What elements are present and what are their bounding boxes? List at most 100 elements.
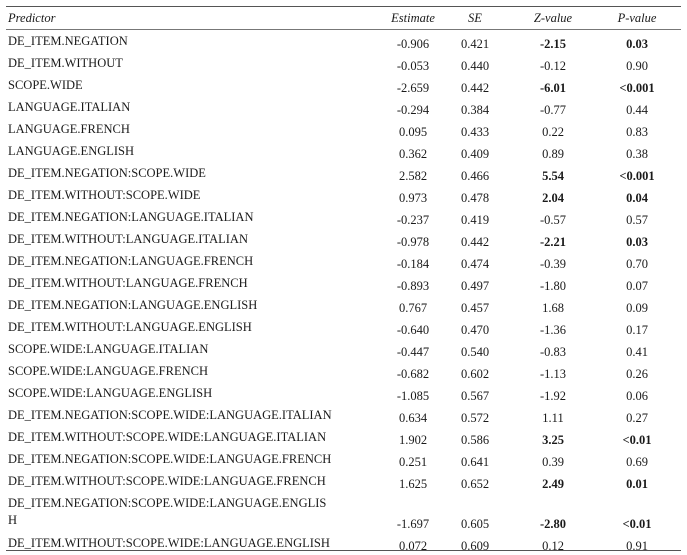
z-value-cell: -1.13 — [539, 367, 567, 381]
se-cell: 0.409 — [460, 147, 490, 161]
p-value-cell: 0.83 — [626, 125, 648, 139]
predictor-cell: SCOPE.WIDE:LANGUAGE.ITALIAN — [8, 342, 209, 356]
p-value-cell: 0.41 — [626, 345, 648, 359]
predictor-cell: DE_ITEM.NEGATION:SCOPE.WIDE:LANGUAGE.ENG… — [8, 496, 327, 527]
predictor-cell: DE_ITEM.WITHOUT:LANGUAGE.ENGLISH — [8, 320, 252, 334]
p-value-cell: <0.001 — [619, 169, 655, 183]
z-value-cell: 0.22 — [542, 125, 564, 139]
estimate-cell: -0.294 — [396, 103, 430, 117]
table-row: DE_ITEM.WITHOUT:LANGUAGE.ITALIAN -0.978 0.… — [0, 229, 687, 251]
z-value-cell: 5.54 — [542, 169, 564, 183]
table-row: SCOPE.WIDE:LANGUAGE.FRENCH -0.682 0.602 -1.… — [0, 361, 687, 383]
p-value-cell: 0.38 — [626, 147, 648, 161]
z-value-cell: -2.80 — [539, 517, 567, 531]
se-cell: 0.641 — [460, 455, 490, 469]
se-cell: 0.433 — [460, 125, 490, 139]
estimate-cell: 1.902 — [398, 433, 428, 447]
p-value-cell: <0.01 — [622, 433, 652, 447]
z-value-cell: -1.92 — [539, 389, 567, 403]
table-row: SCOPE.WIDE:LANGUAGE.ITALIAN -0.447 0.540 -0… — [0, 339, 687, 361]
z-value-cell: 0.12 — [542, 539, 564, 553]
estimate-cell: -0.906 — [396, 37, 430, 51]
predictor-cell: DE_ITEM.WITHOUT — [8, 56, 123, 70]
p-value-cell: 0.26 — [626, 367, 648, 381]
header-rule — [6, 29, 681, 30]
predictor-cell: SCOPE.WIDE — [8, 78, 83, 92]
estimate-cell: -0.447 — [396, 345, 430, 359]
p-value-cell: 0.07 — [626, 279, 648, 293]
p-value-cell: <0.01 — [622, 517, 652, 531]
table-row: DE_ITEM.WITHOUT:LANGUAGE.FRENCH -0.893 0.4… — [0, 273, 687, 295]
table-row: DE_ITEM.NEGATION:LANGUAGE.ITALIAN -0.237 0… — [0, 207, 687, 229]
se-cell: 0.442 — [460, 81, 490, 95]
table-row: DE_ITEM.WITHOUT:LANGUAGE.ENGLISH -0.640 0.… — [0, 317, 687, 339]
table-row: DE_ITEM.WITHOUT:SCOPE.WIDE:LANGUAGE.ITAL… — [0, 427, 687, 449]
table-bottom-rule — [6, 550, 681, 551]
se-cell: 0.572 — [460, 411, 490, 425]
z-value-cell: -1.80 — [539, 279, 567, 293]
predictor-cell: DE_ITEM.WITHOUT:LANGUAGE.ITALIAN — [8, 232, 248, 246]
table-row: DE_ITEM.WITHOUT:SCOPE.WIDE:LANGUAGE.FREN… — [0, 471, 687, 493]
table-row: DE_ITEM.WITHOUT:SCOPE.WIDE:LANGUAGE.ENGL… — [0, 533, 687, 555]
predictor-cell: DE_ITEM.NEGATION:SCOPE.WIDE:LANGUAGE.FRE… — [8, 452, 332, 466]
se-cell: 0.497 — [460, 279, 490, 293]
estimate-cell: -0.184 — [396, 257, 430, 271]
predictor-cell: LANGUAGE.ITALIAN — [8, 100, 131, 114]
se-cell: 0.540 — [460, 345, 490, 359]
table-row: DE_ITEM.WITHOUT:SCOPE.WIDE 0.973 0.478 2.04… — [0, 185, 687, 207]
estimate-cell: 0.072 — [398, 539, 428, 553]
estimate-cell: 0.634 — [398, 411, 428, 425]
se-cell: 0.586 — [460, 433, 490, 447]
z-value-cell: 2.04 — [542, 191, 564, 205]
predictor-cell: DE_ITEM.NEGATION — [8, 34, 128, 48]
table-row: DE_ITEM.NEGATION -0.906 0.421 -2.15 0.03 — [0, 31, 687, 53]
predictor-cell: DE_ITEM.WITHOUT:SCOPE.WIDE — [8, 188, 201, 202]
p-value-cell: 0.04 — [626, 191, 648, 205]
p-value-cell: 0.09 — [626, 301, 648, 315]
predictor-cell: DE_ITEM.WITHOUT:SCOPE.WIDE:LANGUAGE.FREN… — [8, 474, 326, 488]
table-row: LANGUAGE.FRENCH 0.095 0.433 0.22 0.83 — [0, 119, 687, 141]
table-row: DE_ITEM.NEGATION:LANGUAGE.ENGLISH 0.767 0.… — [0, 295, 687, 317]
table-row: DE_ITEM.NEGATION:SCOPE.WIDE:LANGUAGE.FRE… — [0, 449, 687, 471]
se-cell: 0.567 — [460, 389, 490, 403]
z-value-cell: -2.15 — [539, 37, 567, 51]
p-value-cell: 0.27 — [626, 411, 648, 425]
z-value-cell: -0.12 — [539, 59, 567, 73]
z-value-cell: -2.21 — [539, 235, 567, 249]
predictor-cell: DE_ITEM.NEGATION:LANGUAGE.FRENCH — [8, 254, 254, 268]
se-cell: 0.421 — [460, 37, 490, 51]
z-value-cell: -0.39 — [539, 257, 567, 271]
se-cell: 0.384 — [460, 103, 490, 117]
p-value-cell: 0.03 — [626, 37, 648, 51]
estimate-cell: -2.659 — [396, 81, 430, 95]
table-row: DE_ITEM.NEGATION:SCOPE.WIDE:LANGUAGE.ITA… — [0, 405, 687, 427]
estimate-cell: 1.625 — [398, 477, 428, 491]
z-value-cell: -0.57 — [539, 213, 567, 227]
table-body: DE_ITEM.NEGATION -0.906 0.421 -2.15 0.03 DE_I… — [0, 31, 687, 555]
predictor-cell: SCOPE.WIDE:LANGUAGE.ENGLISH — [8, 386, 213, 400]
table-row: LANGUAGE.ENGLISH 0.362 0.409 0.89 0.38 — [0, 141, 687, 163]
predictor-cell: DE_ITEM.NEGATION:SCOPE.WIDE:LANGUAGE.ITA… — [8, 408, 332, 422]
predictor-cell: SCOPE.WIDE:LANGUAGE.FRENCH — [8, 364, 208, 378]
predictor-cell: DE_ITEM.WITHOUT:SCOPE.WIDE:LANGUAGE.ITAL… — [8, 430, 327, 444]
estimate-cell: 0.973 — [398, 191, 428, 205]
predictor-cell: DE_ITEM.WITHOUT:LANGUAGE.FRENCH — [8, 276, 248, 290]
z-value-cell: -0.77 — [539, 103, 567, 117]
estimate-cell: 0.095 — [398, 125, 428, 139]
z-value-cell: 1.11 — [542, 411, 564, 425]
estimate-cell: -0.640 — [396, 323, 430, 337]
se-cell: 0.440 — [460, 59, 490, 73]
se-cell: 0.605 — [460, 517, 490, 531]
p-value-cell: 0.90 — [626, 59, 648, 73]
p-value-cell: 0.03 — [626, 235, 648, 249]
table-row: DE_ITEM.WITHOUT -0.053 0.440 -0.12 0.90 — [0, 53, 687, 75]
estimate-cell: -1.085 — [396, 389, 430, 403]
predictor-cell: LANGUAGE.ENGLISH — [8, 144, 135, 158]
p-value-cell: 0.57 — [626, 213, 648, 227]
se-cell: 0.602 — [460, 367, 490, 381]
z-value-cell: 3.25 — [542, 433, 564, 447]
se-cell: 0.478 — [460, 191, 490, 205]
z-value-cell: 1.68 — [542, 301, 564, 315]
se-cell: 0.457 — [460, 301, 490, 315]
table-top-rule — [6, 6, 681, 7]
